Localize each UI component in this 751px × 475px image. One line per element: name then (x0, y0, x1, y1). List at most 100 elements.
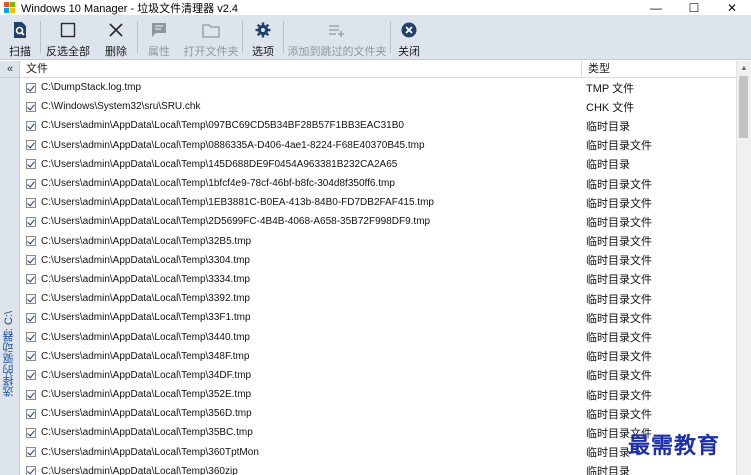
row-checkbox[interactable] (26, 274, 36, 285)
close-button[interactable]: 关闭 (391, 15, 427, 60)
open-folder-button[interactable]: 打开文件夹 (180, 15, 242, 60)
row-checkbox[interactable] (26, 120, 36, 131)
file-path: C:\Users\admin\AppData\Local\Temp\3334.t… (41, 273, 250, 285)
minimize-button[interactable]: — (637, 0, 675, 15)
row-checkbox[interactable] (26, 332, 36, 343)
drive-panel: « 选择的驱动器: C:\ (0, 61, 20, 475)
add-to-skip-button[interactable]: 添加到跳过的文件夹 (284, 15, 390, 60)
file-path: C:\Users\admin\AppData\Local\Temp\360Tpt… (41, 446, 259, 458)
list-item[interactable]: C:\Users\admin\AppData\Local\Temp\3304.t… (20, 251, 736, 270)
list-add-icon (328, 19, 346, 41)
list-item[interactable]: C:\Users\admin\AppData\Local\Temp\088633… (20, 136, 736, 155)
list-item[interactable]: C:\Windows\System32\sru\SRU.chk CHK 文件 (20, 97, 736, 116)
file-path: C:\Users\admin\AppData\Local\Temp\3440.t… (41, 331, 250, 343)
file-type: 临时目录文件 (586, 408, 652, 421)
list-item[interactable]: C:\Users\admin\AppData\Local\Temp\3334.t… (20, 270, 736, 289)
file-type: TMP 文件 (586, 82, 635, 95)
maximize-button[interactable]: ☐ (675, 0, 713, 15)
gear-icon (255, 19, 271, 41)
properties-button[interactable]: 属性 (138, 15, 180, 60)
list-item[interactable]: C:\Users\admin\AppData\Local\Temp\3392.t… (20, 289, 736, 308)
row-checkbox[interactable] (26, 466, 36, 475)
file-path: C:\Users\admin\AppData\Local\Temp\088633… (41, 139, 425, 151)
file-type: 临时目录文件 (586, 389, 652, 402)
row-checkbox[interactable] (26, 370, 36, 381)
file-type: 临时目录 (586, 447, 630, 460)
x-icon (108, 19, 124, 41)
row-checkbox[interactable] (26, 408, 36, 419)
row-checkbox[interactable] (26, 178, 36, 189)
column-header-file[interactable]: 文件 (20, 61, 582, 77)
file-type: 临时目录文件 (586, 236, 652, 249)
list-item[interactable]: C:\Users\admin\AppData\Local\Temp\356D.t… (20, 404, 736, 423)
file-type: 临时目录文件 (586, 293, 652, 306)
watermark-logo: 最需教育 (628, 433, 721, 459)
file-path: C:\Users\admin\AppData\Local\Temp\145D68… (41, 158, 398, 170)
list-item[interactable]: C:\Users\admin\AppData\Local\Temp\1bfcf4… (20, 174, 736, 193)
row-checkbox[interactable] (26, 82, 36, 93)
file-path: C:\Users\admin\AppData\Local\Temp\360zip (41, 465, 238, 475)
file-type: 临时目录文件 (586, 216, 652, 229)
list-item[interactable]: C:\Users\admin\AppData\Local\Temp\097BC6… (20, 116, 736, 135)
checkbox-icon (60, 19, 76, 41)
file-path: C:\Users\admin\AppData\Local\Temp\356D.t… (41, 408, 252, 420)
row-checkbox[interactable] (26, 293, 36, 304)
junk-file-list: 文件 类型 C:\DumpStack.log.tmp TMP 文件 C:\Windo… (20, 61, 736, 475)
file-type: 临时目录文件 (586, 332, 652, 345)
list-item[interactable]: C:\Users\admin\AppData\Local\Temp\360zip… (20, 462, 736, 475)
file-path: C:\Users\admin\AppData\Local\Temp\348F.t… (41, 350, 250, 362)
scroll-up-arrow-icon[interactable]: ▲ (737, 61, 751, 76)
row-checkbox[interactable] (26, 216, 36, 227)
file-path: C:\Users\admin\AppData\Local\Temp\35BC.t… (41, 427, 253, 439)
row-checkbox[interactable] (26, 101, 36, 112)
list-item[interactable]: C:\DumpStack.log.tmp TMP 文件 (20, 78, 736, 97)
row-checkbox[interactable] (26, 197, 36, 208)
file-path: C:\Users\admin\AppData\Local\Temp\352E.t… (41, 389, 252, 401)
invert-all-button[interactable]: 反选全部 (41, 15, 95, 60)
file-path: C:\Users\admin\AppData\Local\Temp\2D5699… (41, 216, 431, 228)
selected-drive-label: 选择的驱动器: C:\ (3, 311, 15, 398)
list-item[interactable]: C:\Users\admin\AppData\Local\Temp\34DF.t… (20, 366, 736, 385)
file-type: 临时目录 (586, 159, 630, 172)
scan-button[interactable]: 扫描 (0, 15, 40, 60)
row-checkbox[interactable] (26, 159, 36, 170)
delete-button[interactable]: 删除 (95, 15, 137, 60)
file-type: 临时目录文件 (586, 351, 652, 364)
row-checkbox[interactable] (26, 255, 36, 266)
list-item[interactable]: C:\Users\admin\AppData\Local\Temp\2D5699… (20, 212, 736, 231)
row-checkbox[interactable] (26, 447, 36, 458)
file-path: C:\Users\admin\AppData\Local\Temp\32B5.t… (41, 235, 252, 247)
file-path: C:\Users\admin\AppData\Local\Temp\33F1.t… (41, 312, 251, 324)
scrollbar-thumb[interactable] (739, 76, 748, 138)
file-type: 临时目录 (586, 120, 630, 133)
file-path: C:\Users\admin\AppData\Local\Temp\3304.t… (41, 254, 250, 266)
row-checkbox[interactable] (26, 236, 36, 247)
row-checkbox[interactable] (26, 427, 36, 438)
list-header: 文件 类型 (20, 61, 736, 78)
list-item[interactable]: C:\Users\admin\AppData\Local\Temp\145D68… (20, 155, 736, 174)
list-item[interactable]: C:\Users\admin\AppData\Local\Temp\3440.t… (20, 327, 736, 346)
column-header-type[interactable]: 类型 (582, 61, 736, 77)
file-path: C:\Users\admin\AppData\Local\Temp\34DF.t… (41, 369, 252, 381)
list-item[interactable]: C:\Users\admin\AppData\Local\Temp\32B5.t… (20, 232, 736, 251)
list-item[interactable]: C:\Users\admin\AppData\Local\Temp\33F1.t… (20, 308, 736, 327)
options-button[interactable]: 选项 (243, 15, 283, 60)
toolbar: 扫描 反选全部 删除 属性 打开文件夹 选项 添加到跳过的文件夹 关闭 (0, 15, 751, 60)
file-path: C:\Users\admin\AppData\Local\Temp\3392.t… (41, 293, 250, 305)
file-path: C:\DumpStack.log.tmp (41, 82, 142, 94)
list-item[interactable]: C:\Users\admin\AppData\Local\Temp\1EB388… (20, 193, 736, 212)
list-item[interactable]: C:\Users\admin\AppData\Local\Temp\348F.t… (20, 347, 736, 366)
close-window-button[interactable]: ✕ (713, 0, 751, 15)
vertical-scrollbar[interactable]: ▲ (736, 61, 751, 475)
list-item[interactable]: C:\Users\admin\AppData\Local\Temp\352E.t… (20, 385, 736, 404)
file-path: C:\Windows\System32\sru\SRU.chk (41, 101, 201, 113)
collapse-panel-button[interactable]: « (0, 61, 20, 78)
row-checkbox[interactable] (26, 140, 36, 151)
row-checkbox[interactable] (26, 312, 36, 323)
app-logo-icon (4, 1, 16, 14)
row-checkbox[interactable] (26, 389, 36, 400)
file-type: 临时目录文件 (586, 255, 652, 268)
file-type: 临时目录文件 (586, 197, 652, 210)
row-checkbox[interactable] (26, 351, 36, 362)
folder-icon (202, 19, 220, 41)
